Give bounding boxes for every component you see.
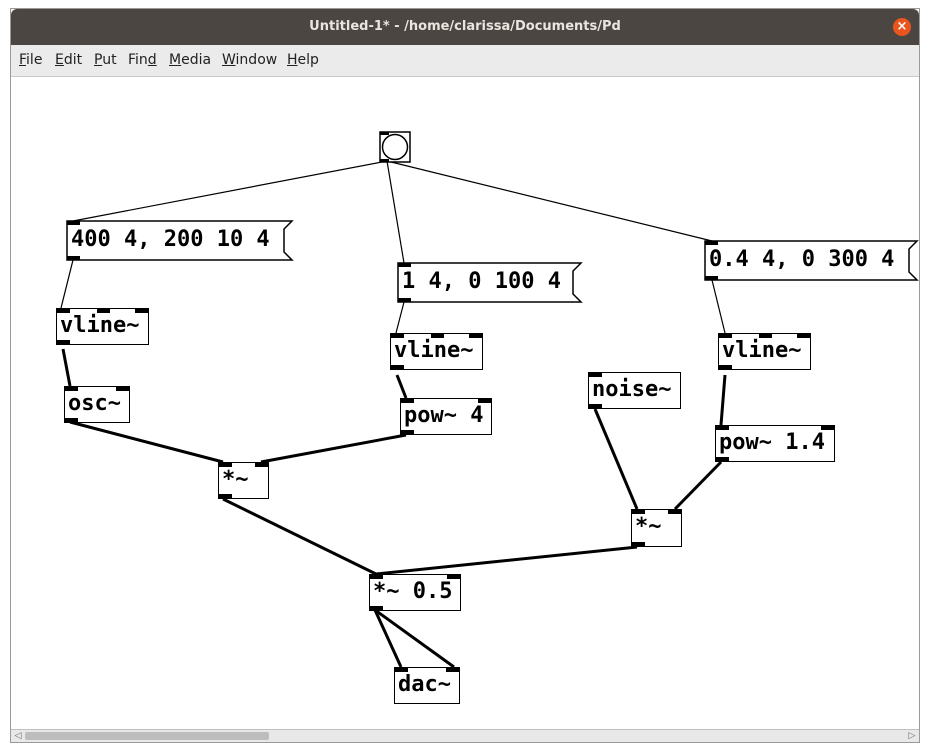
menu-file[interactable]: File: [19, 45, 42, 76]
connection: [60, 259, 74, 309]
object-label: noise~: [592, 377, 672, 402]
pow-object-4[interactable]: pow~ 4: [400, 398, 492, 435]
scroll-right-icon[interactable]: ▷: [906, 730, 918, 742]
object-label: pow~ 4: [404, 403, 484, 428]
message-box-3[interactable]: 0.4 4, 0 300 4: [709, 243, 894, 277]
menu-media[interactable]: Media: [169, 45, 211, 76]
message-box-2[interactable]: 1 4, 0 100 4: [402, 265, 561, 299]
close-button[interactable]: ×: [893, 18, 911, 36]
object-label: vline~: [394, 338, 474, 363]
vline-object-1[interactable]: vline~: [56, 308, 149, 345]
horizontal-scrollbar[interactable]: ◁ ▷: [11, 729, 919, 742]
menu-edit[interactable]: Edit: [55, 45, 82, 76]
object-label: osc~: [68, 391, 121, 416]
menu-help[interactable]: Help: [287, 45, 319, 76]
menu-find[interactable]: Find: [128, 45, 157, 76]
connection: [222, 497, 377, 576]
osc-object[interactable]: osc~: [64, 386, 130, 423]
connection: [375, 545, 638, 576]
object-label: *~: [222, 467, 249, 492]
dac-object[interactable]: dac~: [394, 667, 460, 704]
connection: [711, 279, 726, 334]
pow-object-1-4[interactable]: pow~ 1.4: [715, 425, 835, 462]
multiply-object-1[interactable]: *~: [218, 462, 269, 499]
multiply-object-2[interactable]: *~: [631, 509, 682, 547]
menu-put[interactable]: Put: [94, 45, 117, 76]
noise-object[interactable]: noise~: [588, 372, 681, 409]
object-label: vline~: [60, 313, 140, 338]
window-title: Untitled-1* - /home/clarissa/Documents/P…: [309, 19, 621, 34]
scrollbar-thumb[interactable]: [25, 732, 269, 740]
connection: [673, 460, 723, 511]
menu-window[interactable]: Window: [222, 45, 277, 76]
menu-bar: File Edit Put Find Media Window Help: [11, 45, 919, 77]
connection: [72, 160, 388, 222]
object-label: pow~ 1.4: [719, 430, 825, 455]
connection: [719, 374, 727, 426]
patch-canvas[interactable]: 400 4, 200 10 4 1 4, 0 100 4 0.4 4, 0 30…: [11, 77, 919, 729]
object-label: *~: [635, 514, 662, 539]
connection: [395, 374, 408, 399]
bang-circle-icon: [381, 133, 409, 161]
pd-patch-window: Untitled-1* - /home/clarissa/Documents/P…: [10, 8, 920, 743]
connection: [386, 160, 713, 242]
vline-object-3[interactable]: vline~: [718, 333, 811, 370]
multiply-half-object[interactable]: *~ 0.5: [369, 574, 461, 611]
vline-object-2[interactable]: vline~: [390, 333, 483, 370]
title-bar[interactable]: Untitled-1* - /home/clarissa/Documents/P…: [11, 9, 919, 45]
connection: [593, 408, 639, 510]
scroll-left-icon[interactable]: ◁: [12, 730, 24, 742]
connection: [395, 301, 405, 334]
message-box-1[interactable]: 400 4, 200 10 4: [71, 223, 270, 257]
connection: [386, 160, 405, 264]
connection: [61, 348, 72, 387]
object-label: vline~: [722, 338, 802, 363]
object-label: dac~: [398, 672, 451, 697]
connection: [69, 420, 224, 464]
connection: [260, 433, 407, 464]
object-label: *~ 0.5: [373, 579, 453, 604]
